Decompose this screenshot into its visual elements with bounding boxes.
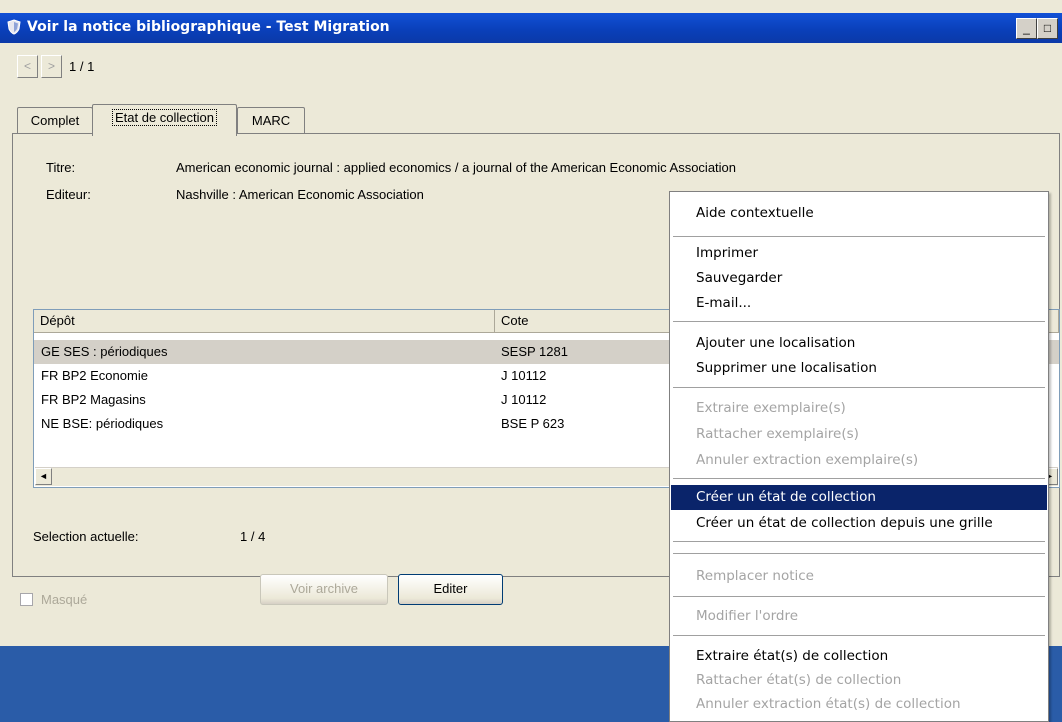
menu-item-imprimer[interactable]: Imprimer (671, 241, 1047, 266)
context-menu: Aide contextuelle Imprimer Sauvegarder E… (669, 191, 1049, 722)
menu-separator (673, 553, 1045, 555)
menu-item-annuler-extraction-etats-collection[interactable]: Annuler extraction état(s) de collection (671, 692, 1047, 717)
menu-item-ajouter-localisation[interactable]: Ajouter une localisation (671, 331, 1047, 356)
menu-item-remplacer-notice[interactable]: Remplacer notice (671, 564, 1047, 589)
titre-value: American economic journal : applied econ… (176, 160, 737, 175)
menu-item-rattacher-etats-collection[interactable]: Rattacher état(s) de collection (671, 668, 1047, 693)
maximize-button[interactable]: □ (1037, 18, 1058, 39)
editeur-value: Nashville : American Economic Associatio… (176, 187, 424, 202)
menu-separator (673, 321, 1045, 323)
menu-separator (673, 541, 1045, 543)
minimize-button[interactable]: _ (1016, 18, 1037, 39)
window-controls: _ □ (1016, 18, 1062, 39)
masque-checkbox[interactable] (20, 593, 33, 606)
menu-item-email[interactable]: E-mail... (671, 291, 1047, 316)
selection-value: 1 / 4 (240, 529, 266, 544)
menu-item-sauvegarder[interactable]: Sauvegarder (671, 266, 1047, 291)
window-title: Voir la notice bibliographique - Test Mi… (27, 19, 390, 35)
depot-cell: FR BP2 Economie (41, 368, 148, 383)
menu-item-rattacher-exemplaires[interactable]: Rattacher exemplaire(s) (671, 422, 1047, 447)
previous-record-button[interactable]: < (17, 55, 38, 78)
menu-item-aide-contextuelle[interactable]: Aide contextuelle (671, 201, 1047, 226)
menu-item-supprimer-localisation[interactable]: Supprimer une localisation (671, 356, 1047, 381)
cote-cell: J 10112 (501, 392, 547, 407)
title-bar[interactable]: Voir la notice bibliographique - Test Mi… (0, 13, 1062, 43)
editeur-label: Editeur: (46, 187, 91, 202)
record-counter: 1 / 1 (69, 59, 95, 74)
menu-item-extraire-exemplaires[interactable]: Extraire exemplaire(s) (671, 396, 1047, 421)
menu-item-extraire-etats-collection[interactable]: Extraire état(s) de collection (671, 644, 1047, 669)
tab-marc[interactable]: MARC (237, 107, 305, 134)
tab-label: Etat de collection (111, 109, 217, 126)
menu-item-annuler-extraction-exemplaires[interactable]: Annuler extraction exemplaire(s) (671, 448, 1047, 473)
tab-complet[interactable]: Complet (17, 107, 93, 134)
next-record-button[interactable]: > (41, 55, 62, 78)
menu-separator (673, 635, 1045, 637)
scroll-left-icon[interactable]: ◄ (35, 468, 52, 485)
app-shield-icon (7, 19, 21, 35)
depot-cell: FR BP2 Magasins (41, 392, 146, 407)
menu-item-creer-etat-collection-grille[interactable]: Créer un état de collection depuis une g… (671, 511, 1047, 536)
menu-separator (673, 387, 1045, 389)
titre-label: Titre: (46, 160, 76, 175)
depot-cell: NE BSE: périodiques (41, 416, 164, 431)
column-header-depot[interactable]: Dépôt (34, 310, 495, 333)
menu-separator (673, 596, 1045, 598)
masque-label: Masqué (41, 592, 88, 607)
tab-etat-de-collection[interactable]: Etat de collection (92, 104, 237, 136)
depot-cell: GE SES : périodiques (41, 344, 168, 359)
cote-cell: BSE P 623 (501, 416, 565, 431)
menu-item-creer-etat-collection[interactable]: Créer un état de collection (671, 485, 1047, 510)
menu-item-modifier-ordre[interactable]: Modifier l'ordre (671, 604, 1047, 629)
cote-cell: J 10112 (501, 368, 547, 383)
cote-cell: SESP 1281 (501, 344, 568, 359)
selection-label: Selection actuelle: (33, 529, 139, 544)
editer-button[interactable]: Editer (398, 574, 503, 605)
menu-separator (673, 236, 1045, 238)
menu-separator (673, 478, 1045, 480)
voir-archive-button[interactable]: Voir archive (260, 574, 388, 605)
